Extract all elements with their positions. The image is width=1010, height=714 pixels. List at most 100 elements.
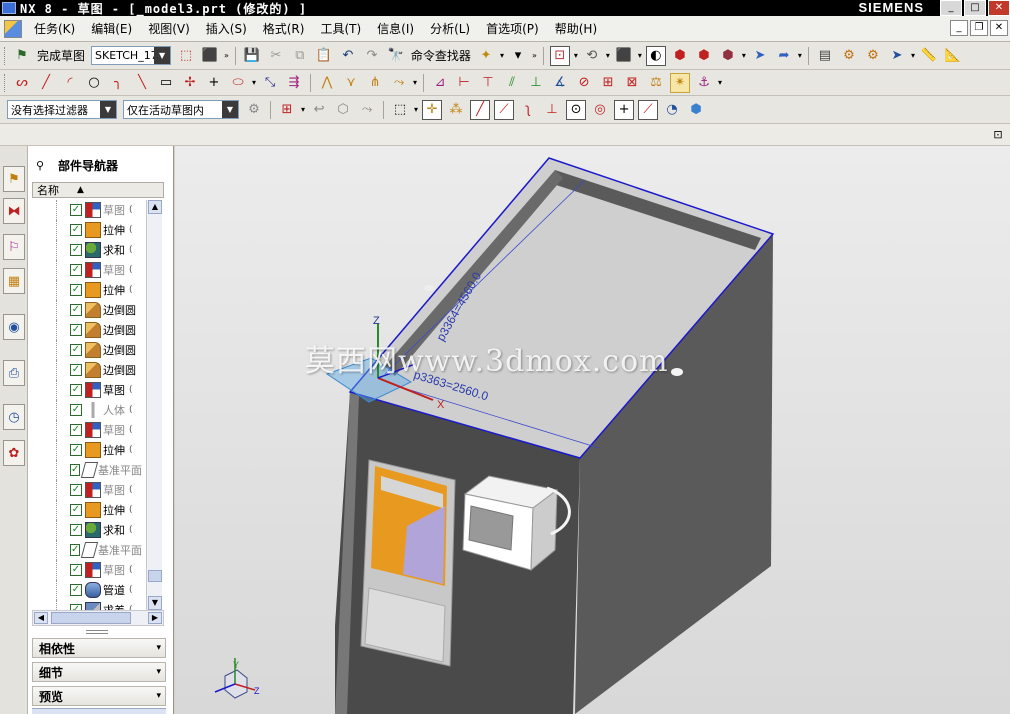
panel-splitter[interactable] xyxy=(86,630,108,634)
table-row[interactable]: ✓ 边倒圆 xyxy=(32,320,146,340)
pin-icon[interactable]: ⚲ xyxy=(36,159,48,172)
snap-arrow-icon[interactable]: ➤ xyxy=(750,46,770,66)
visibility-checkbox[interactable]: ✓ xyxy=(70,564,82,576)
preview-panel[interactable]: 预览 ▾ xyxy=(32,686,166,706)
more-icon[interactable]: » xyxy=(532,51,537,60)
measure-angle-icon[interactable]: 📐 xyxy=(943,46,963,66)
wcs-icon[interactable]: ⚙ xyxy=(839,46,859,66)
fillet-icon[interactable]: ╮ xyxy=(108,73,128,93)
sketch-name-dropdown[interactable]: SKETCH_172 ▼ xyxy=(91,46,172,65)
perpendicular-dimension-icon[interactable]: ⊥ xyxy=(526,73,546,93)
table-row[interactable]: ✓ 拉伸 ( xyxy=(32,440,146,460)
system-materials-icon[interactable]: ✿ xyxy=(3,440,25,466)
finish-sketch-button[interactable]: 完成草图 xyxy=(37,47,85,64)
table-row[interactable]: ✓ 草图 ( xyxy=(32,560,146,580)
visibility-checkbox[interactable]: ✓ xyxy=(70,304,82,316)
arc-icon[interactable]: ◜ xyxy=(60,73,80,93)
menu-analysis[interactable]: 分析(L) xyxy=(422,17,478,41)
visibility-checkbox[interactable]: ✓ xyxy=(70,444,82,456)
web-browser-icon[interactable]: ◉ xyxy=(3,314,25,340)
table-row[interactable]: ✓ 边倒圆 xyxy=(32,360,146,380)
scrollbar-thumb[interactable] xyxy=(51,612,131,624)
show-constraints-icon[interactable]: ⚖ xyxy=(646,73,666,93)
chevron-down-icon[interactable]: ▾ xyxy=(574,51,578,60)
chevron-down-icon[interactable]: ▾ xyxy=(798,51,802,60)
table-row[interactable]: ✓ 草图 ( xyxy=(32,420,146,440)
visibility-checkbox[interactable]: ✓ xyxy=(70,464,81,476)
menu-view[interactable]: 视图(V) xyxy=(140,17,198,41)
finish-sketch-icon[interactable]: ⚑ xyxy=(12,46,32,66)
table-row[interactable]: ✓ 人体 ( xyxy=(32,400,146,420)
table-row[interactable]: ✓ 基准平面 xyxy=(32,460,146,480)
radius-dimension-icon[interactable]: ⊘ xyxy=(574,73,594,93)
visibility-checkbox[interactable]: ✓ xyxy=(70,404,82,416)
visibility-checkbox[interactable]: ✓ xyxy=(70,284,82,296)
redo-icon[interactable]: ↷ xyxy=(362,46,382,66)
visibility-checkbox[interactable]: ✓ xyxy=(70,324,82,336)
line-icon[interactable]: ╱ xyxy=(36,73,56,93)
save-icon[interactable]: 💾 xyxy=(242,46,262,66)
table-row[interactable]: ✓ 拉伸 ( xyxy=(32,220,146,240)
visibility-checkbox[interactable]: ✓ xyxy=(70,544,81,556)
visibility-checkbox[interactable]: ✓ xyxy=(70,364,82,376)
reuse-library-icon[interactable]: ▦ xyxy=(3,268,25,294)
table-row[interactable]: ✓ 草图 ( xyxy=(32,380,146,400)
table-row[interactable]: ✓ 边倒圆 xyxy=(32,340,146,360)
menu-task[interactable]: 任务(K) xyxy=(26,17,83,41)
graphics-window[interactable]: p3364=4560.0 p3363=2560.0 Z X Y Z 莫西网www… xyxy=(175,146,1010,714)
copy-icon[interactable]: ⧉ xyxy=(290,46,310,66)
model-canvas[interactable]: p3364=4560.0 p3363=2560.0 Z X Y Z xyxy=(175,146,1010,714)
visibility-checkbox[interactable]: ✓ xyxy=(70,204,82,216)
assembly-navigator-icon[interactable]: ⧓ xyxy=(3,198,25,224)
filter-magic-icon[interactable]: ✦ xyxy=(476,46,496,66)
menu-insert[interactable]: 插入(S) xyxy=(198,17,255,41)
panel-horizontal-scrollbar[interactable] xyxy=(32,708,166,714)
snap-quadrant-icon[interactable]: ◎ xyxy=(590,100,610,120)
snap-midpoint-icon[interactable]: ⟋ xyxy=(494,99,515,120)
visibility-checkbox[interactable]: ✓ xyxy=(70,504,82,516)
general-selection-icon[interactable]: ⊞ xyxy=(277,100,297,120)
chevron-down-icon[interactable]: ▾ xyxy=(638,51,642,60)
constraints-icon[interactable]: ⊞ xyxy=(598,73,618,93)
scroll-right-arrow-icon[interactable]: ▶ xyxy=(148,612,162,624)
reattach-icon[interactable]: ⬛ xyxy=(200,46,220,66)
scrollbar-thumb[interactable] xyxy=(148,570,162,582)
selection-arrow-icon[interactable]: ➤ xyxy=(887,46,907,66)
table-row[interactable]: ✓ 草图 ( xyxy=(32,480,146,500)
sort-ascending-icon[interactable]: ▲ xyxy=(77,185,84,195)
snap-endpoint-icon[interactable]: ✛ xyxy=(422,99,443,120)
rotate-view-icon[interactable]: ⟲ xyxy=(582,46,602,66)
red-cube-icon[interactable]: ⬢ xyxy=(670,46,690,66)
chevron-down-icon[interactable]: ▾ xyxy=(413,78,417,87)
section-cube-icon[interactable]: ⬢ xyxy=(718,46,738,66)
chevron-down-icon[interactable]: ▾ xyxy=(500,51,504,60)
name-column-header[interactable]: 名称 ▲ xyxy=(32,182,164,198)
command-finder-button[interactable]: 命令查找器 xyxy=(411,47,471,64)
auto-constraint-icon[interactable]: ⊠ xyxy=(622,73,642,93)
visibility-checkbox[interactable]: ✓ xyxy=(70,484,82,496)
table-row[interactable]: ✓ 管道 ( xyxy=(32,580,146,600)
roles-tab-icon[interactable]: ⚑ xyxy=(3,166,25,192)
close-button[interactable]: ✕ xyxy=(988,0,1010,16)
fit-view-icon[interactable]: ⊡ xyxy=(549,45,570,66)
quick-extend-icon[interactable]: ⇶ xyxy=(284,73,304,93)
type-filter-dropdown[interactable]: 没有选择过滤器 ▼ xyxy=(7,100,117,119)
menu-information[interactable]: 信息(I) xyxy=(369,17,422,41)
measure-distance-icon[interactable]: 📏 xyxy=(919,46,939,66)
visibility-checkbox[interactable]: ✓ xyxy=(70,224,82,236)
visibility-checkbox[interactable]: ✓ xyxy=(70,584,82,596)
derived-lines-icon[interactable]: ⋎ xyxy=(341,73,361,93)
menu-help[interactable]: 帮助(H) xyxy=(547,17,605,41)
menu-format[interactable]: 格式(R) xyxy=(255,17,313,41)
snap-intersection-icon[interactable]: ⊥ xyxy=(542,100,562,120)
dropdown-arrow-icon[interactable]: ▾ xyxy=(508,46,528,66)
menu-logo-icon[interactable] xyxy=(4,19,22,38)
undo-icon[interactable]: ↶ xyxy=(338,46,358,66)
rectangle-select-icon[interactable]: ⬚ xyxy=(390,100,410,120)
table-row[interactable]: ✓ 求和 ( xyxy=(32,240,146,260)
mirror-curve-icon[interactable]: ⋔ xyxy=(365,73,385,93)
dependencies-panel[interactable]: 相依性 ▾ xyxy=(32,638,166,658)
horizontal-dimension-icon[interactable]: ⊢ xyxy=(454,73,474,93)
point-icon[interactable]: + xyxy=(204,73,224,93)
offset-curve-icon[interactable]: ⬭ xyxy=(228,73,248,93)
